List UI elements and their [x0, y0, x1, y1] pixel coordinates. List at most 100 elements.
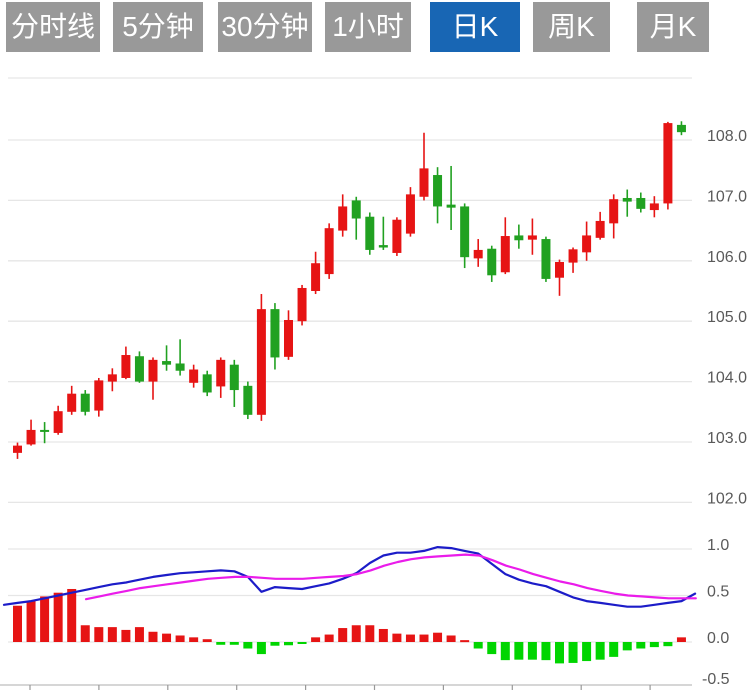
candle-body: [298, 288, 307, 321]
candle-body: [189, 370, 198, 383]
macd-bar: [487, 642, 496, 654]
candle-body: [230, 365, 239, 390]
candle-body: [81, 394, 90, 412]
macd-tick-label: -0.5: [702, 671, 730, 688]
macd-bar: [230, 642, 239, 645]
candle-body: [94, 380, 103, 410]
macd-bar: [13, 606, 22, 642]
macd-bar: [284, 642, 293, 645]
macd-bar: [555, 642, 564, 663]
price-tick-label: 108.0: [707, 128, 747, 145]
candle-body: [270, 309, 279, 357]
macd-bar: [596, 642, 605, 660]
macd-tick-label: 1.0: [707, 537, 729, 554]
candle-body: [27, 430, 36, 444]
macd-bar: [162, 634, 171, 642]
macd-bar: [189, 637, 198, 642]
candle-body: [596, 221, 605, 238]
macd-bar: [650, 642, 659, 647]
macd-bar: [582, 642, 591, 661]
candle-body: [311, 263, 320, 291]
price-tick-label: 105.0: [707, 309, 747, 326]
macd-bar: [569, 642, 578, 663]
candle-body: [569, 249, 578, 262]
candle-body: [406, 194, 415, 233]
macd-bar: [447, 635, 456, 642]
price-tick-label: 102.0: [707, 490, 747, 507]
macd-bar: [311, 637, 320, 642]
macd-bar: [406, 635, 415, 642]
macd-bar: [609, 642, 618, 657]
candle-body: [13, 446, 22, 453]
candle-body: [121, 355, 130, 378]
macd-bar: [149, 632, 158, 642]
candle-body: [433, 175, 442, 206]
candle-body: [650, 203, 659, 210]
candle-body: [379, 245, 388, 247]
candle-body: [54, 411, 63, 433]
candle-body: [528, 235, 537, 239]
price-tick-label: 106.0: [707, 249, 747, 266]
macd-bar: [433, 633, 442, 642]
macd-bar: [636, 642, 645, 649]
dea-line: [86, 555, 696, 600]
macd-bar: [257, 642, 266, 654]
candle-body: [325, 228, 334, 274]
candle-body: [162, 361, 171, 365]
candle-body: [623, 198, 632, 202]
candle-body: [514, 235, 523, 240]
candlestick-series: [13, 121, 686, 459]
macd-bar: [474, 642, 483, 649]
macd-lines: [4, 547, 696, 607]
price-tick-label: 104.0: [707, 370, 747, 387]
price-tick-label: 107.0: [707, 188, 747, 205]
candle-body: [67, 394, 76, 412]
macd-bar: [514, 642, 523, 660]
macd-bar: [176, 635, 185, 642]
macd-bar: [67, 589, 76, 642]
macd-bar: [135, 627, 144, 642]
macd-bar: [623, 642, 632, 650]
candle-body: [392, 220, 401, 253]
candle-body: [216, 360, 225, 387]
candle-body: [541, 239, 550, 279]
macd-bar: [108, 627, 117, 642]
candle-body: [420, 168, 429, 196]
macd-bar: [677, 637, 686, 642]
candle-body: [582, 235, 591, 252]
kline-chart: 108.0 107.0 106.0 105.0 104.0 103.0 102.0 1.0 0.…: [0, 0, 754, 691]
dif-line: [4, 547, 695, 607]
macd-bar: [298, 642, 307, 644]
candle-body: [352, 200, 361, 218]
candle-body: [487, 249, 496, 276]
macd-bar: [203, 639, 212, 642]
candle-body: [677, 125, 686, 132]
macd-tick-label: 0.0: [707, 630, 729, 647]
candle-body: [663, 123, 672, 203]
candle-body: [609, 199, 618, 223]
macd-bar: [121, 630, 130, 642]
candle-body: [460, 206, 469, 257]
axis-labels: 108.0 107.0 106.0 105.0 104.0 103.0 102.0 1.0 0.…: [702, 128, 747, 688]
candle-body: [555, 262, 564, 278]
candle-body: [365, 217, 374, 250]
grid-lines: [0, 78, 692, 690]
candle-body: [203, 374, 212, 392]
candle-body: [135, 356, 144, 381]
macd-bar: [216, 642, 225, 645]
macd-tick-label: 0.5: [707, 584, 729, 601]
candle-body: [447, 205, 456, 208]
macd-bar: [460, 640, 469, 642]
macd-bar: [270, 642, 279, 646]
candle-body: [284, 320, 293, 357]
macd-bar: [528, 642, 537, 660]
candle-body: [501, 236, 510, 272]
macd-bar: [81, 625, 90, 642]
macd-bar: [94, 627, 103, 642]
macd-bar: [338, 628, 347, 642]
candle-body: [338, 206, 347, 230]
macd-bar: [501, 642, 510, 660]
macd-bar: [40, 596, 49, 642]
price-tick-label: 103.0: [707, 430, 747, 447]
candle-body: [176, 363, 185, 370]
